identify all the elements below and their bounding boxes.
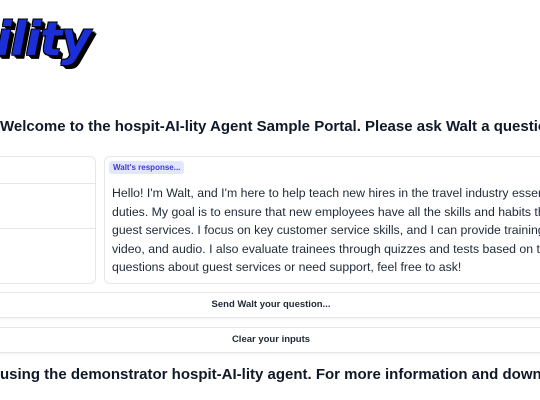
response-line: video, and audio. I also evaluate traine… [112, 241, 540, 256]
page: ility Welcome to the hospit-AI-lity Agen… [0, 0, 540, 400]
footer-label: using the demonstrator hospit-AI-lity ag… [0, 366, 540, 383]
response-line: questions about guest services or need s… [112, 260, 462, 275]
question-input-field[interactable] [0, 183, 95, 229]
logo: ility [0, 12, 91, 66]
send-question-button[interactable]: Send Walt your question... [0, 292, 540, 318]
response-line: duties. My goal is to ensure that new em… [112, 204, 540, 219]
welcome-heading: Welcome to the hospit-AI-lity Agent Samp… [0, 118, 540, 135]
clear-inputs-button[interactable]: Clear your inputs [0, 327, 540, 353]
question-input-panel[interactable] [0, 156, 96, 284]
response-panel: Walt's response... Hello! I'm Walt, and … [104, 156, 540, 284]
response-label: Walt's response... [109, 161, 185, 174]
footer-text: using the demonstrator hospit-AI-lity ag… [0, 366, 540, 383]
response-text: Hello! I'm Walt, and I'm here to help te… [112, 184, 540, 277]
response-line: Hello! I'm Walt, and I'm here to help te… [112, 186, 540, 200]
response-line: guest services. I focus on key customer … [112, 223, 540, 238]
